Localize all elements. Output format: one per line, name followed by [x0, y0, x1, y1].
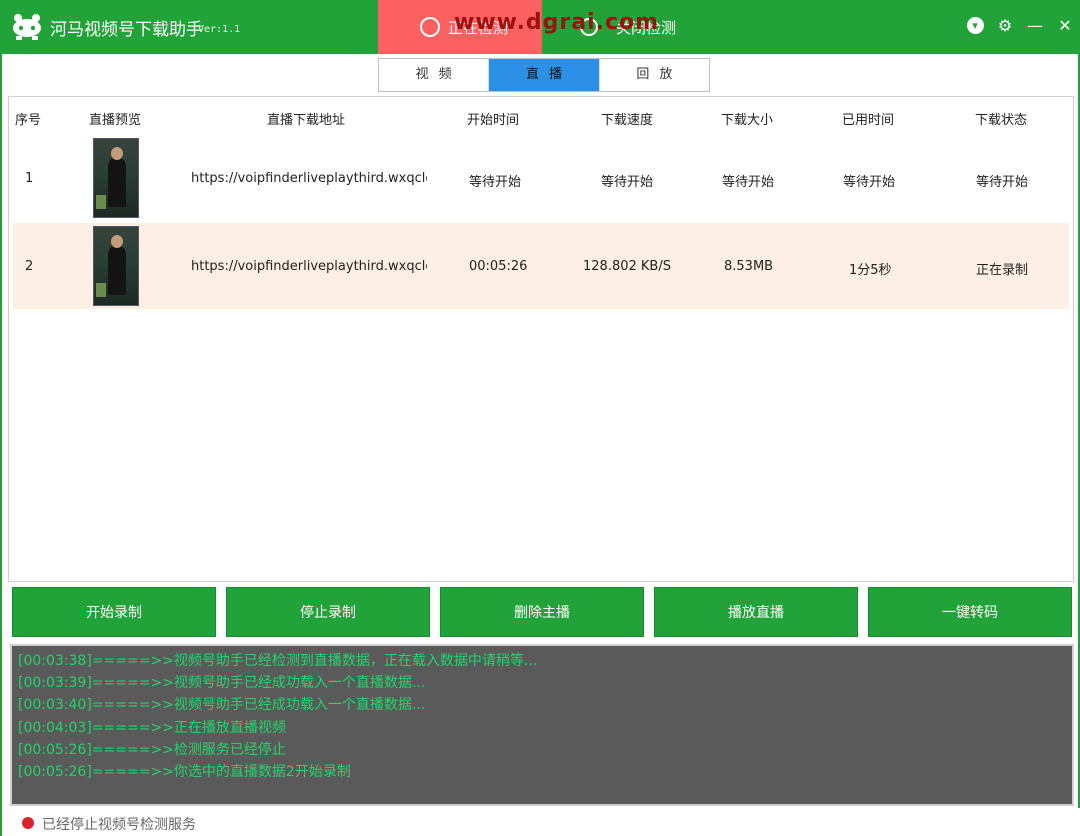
- tab-replay[interactable]: 回放: [600, 59, 709, 91]
- gear-icon[interactable]: ⚙: [994, 15, 1016, 37]
- col-status: 下载状态: [975, 113, 1028, 128]
- live-preview-thumbnail[interactable]: [93, 138, 139, 218]
- col-start-time: 开始时间: [467, 113, 520, 128]
- log-panel[interactable]: [00:03:38]=====>>视频号助手已经检测到直播数据，正在载入数据中请…: [10, 644, 1074, 806]
- row-size: 等待开始: [722, 175, 775, 190]
- minimize-icon[interactable]: —: [1024, 15, 1046, 37]
- tab-live[interactable]: 直播: [489, 59, 600, 91]
- row-url: https://voipfinderliveplaythird.wxqclo: [191, 171, 427, 186]
- col-url: 直播下载地址: [267, 113, 346, 128]
- col-size: 下载大小: [721, 113, 774, 128]
- tab-video[interactable]: 视频: [379, 59, 490, 91]
- table-header: 序号 直播预览 直播下载地址 开始时间 下载速度 下载大小 已用时间 下载状态: [9, 97, 1073, 137]
- log-line: [00:03:38]=====>>视频号助手已经检测到直播数据，正在载入数据中请…: [18, 653, 538, 669]
- play-live-button[interactable]: 播放直播: [654, 587, 858, 637]
- app-version: Ver:1.1: [198, 24, 241, 35]
- status-dot-icon: [22, 817, 34, 829]
- col-elapsed: 已用时间: [842, 113, 895, 128]
- col-preview: 直播预览: [89, 113, 142, 128]
- col-speed: 下载速度: [601, 113, 654, 128]
- table-row-selected[interactable]: 2 https://voipfinderliveplaythird.wxqclo…: [13, 223, 1069, 309]
- status-text: 已经停止视频号检测服务: [42, 817, 196, 833]
- convert-button[interactable]: 一键转码: [868, 587, 1072, 637]
- action-bar: 开始录制 停止录制 删除主播 播放直播 一键转码: [12, 587, 1074, 637]
- delete-streamer-button[interactable]: 删除主播: [440, 587, 644, 637]
- log-line: [00:03:39]=====>>视频号助手已经成功载入一个直播数据...: [18, 675, 426, 692]
- log-line: [00:03:40]=====>>视频号助手已经成功载入一个直播数据...: [18, 697, 426, 714]
- stop-record-button[interactable]: 停止录制: [226, 587, 430, 637]
- live-table: 序号 直播预览 直播下载地址 开始时间 下载速度 下载大小 已用时间 下载状态 …: [8, 96, 1074, 582]
- app-title: 河马视频号下载助手: [50, 20, 203, 40]
- log-line: [00:05:26]=====>>你选中的直播数据2开始录制: [18, 764, 351, 781]
- title-bar: 河马视频号下载助手 Ver:1.1 正在检测 关闭检测 www.dgrai.co…: [2, 0, 1080, 54]
- app-window: 河马视频号下载助手 Ver:1.1 正在检测 关闭检测 www.dgrai.co…: [0, 0, 1080, 836]
- start-record-button[interactable]: 开始录制: [12, 587, 216, 637]
- detect-icon: [420, 17, 440, 37]
- car-logo-icon: [13, 14, 41, 40]
- row-index: 2: [25, 259, 34, 274]
- log-line: [00:05:26]=====>>检测服务已经停止: [18, 741, 286, 758]
- row-status: 等待开始: [976, 175, 1029, 190]
- download-circle-icon[interactable]: ▾: [964, 15, 986, 37]
- mode-tabs: 视频 直播 回放: [378, 58, 710, 92]
- row-speed: 128.802 KB/S: [583, 259, 671, 274]
- row-size: 8.53MB: [724, 259, 774, 274]
- row-index: 1: [25, 171, 34, 186]
- live-preview-thumbnail[interactable]: [93, 226, 139, 306]
- row-status: 正在录制: [976, 263, 1029, 278]
- col-index: 序号: [15, 113, 42, 128]
- row-elapsed: 1分5秒: [849, 263, 892, 278]
- row-elapsed: 等待开始: [843, 175, 896, 190]
- row-url: https://voipfinderliveplaythird.wxqclo: [191, 259, 427, 274]
- status-bar: 已经停止视频号检测服务: [2, 808, 1080, 836]
- row-start-time: 等待开始: [469, 175, 522, 190]
- row-speed: 等待开始: [601, 175, 654, 190]
- log-line: [00:04:03]=====>>正在播放直播视频: [18, 719, 286, 736]
- close-icon[interactable]: ✕: [1054, 15, 1076, 37]
- table-row[interactable]: 1 https://voipfinderliveplaythird.wxqclo…: [13, 135, 1069, 221]
- watermark-text: www.dgrai.com: [454, 10, 660, 35]
- row-start-time: 00:05:26: [469, 259, 528, 274]
